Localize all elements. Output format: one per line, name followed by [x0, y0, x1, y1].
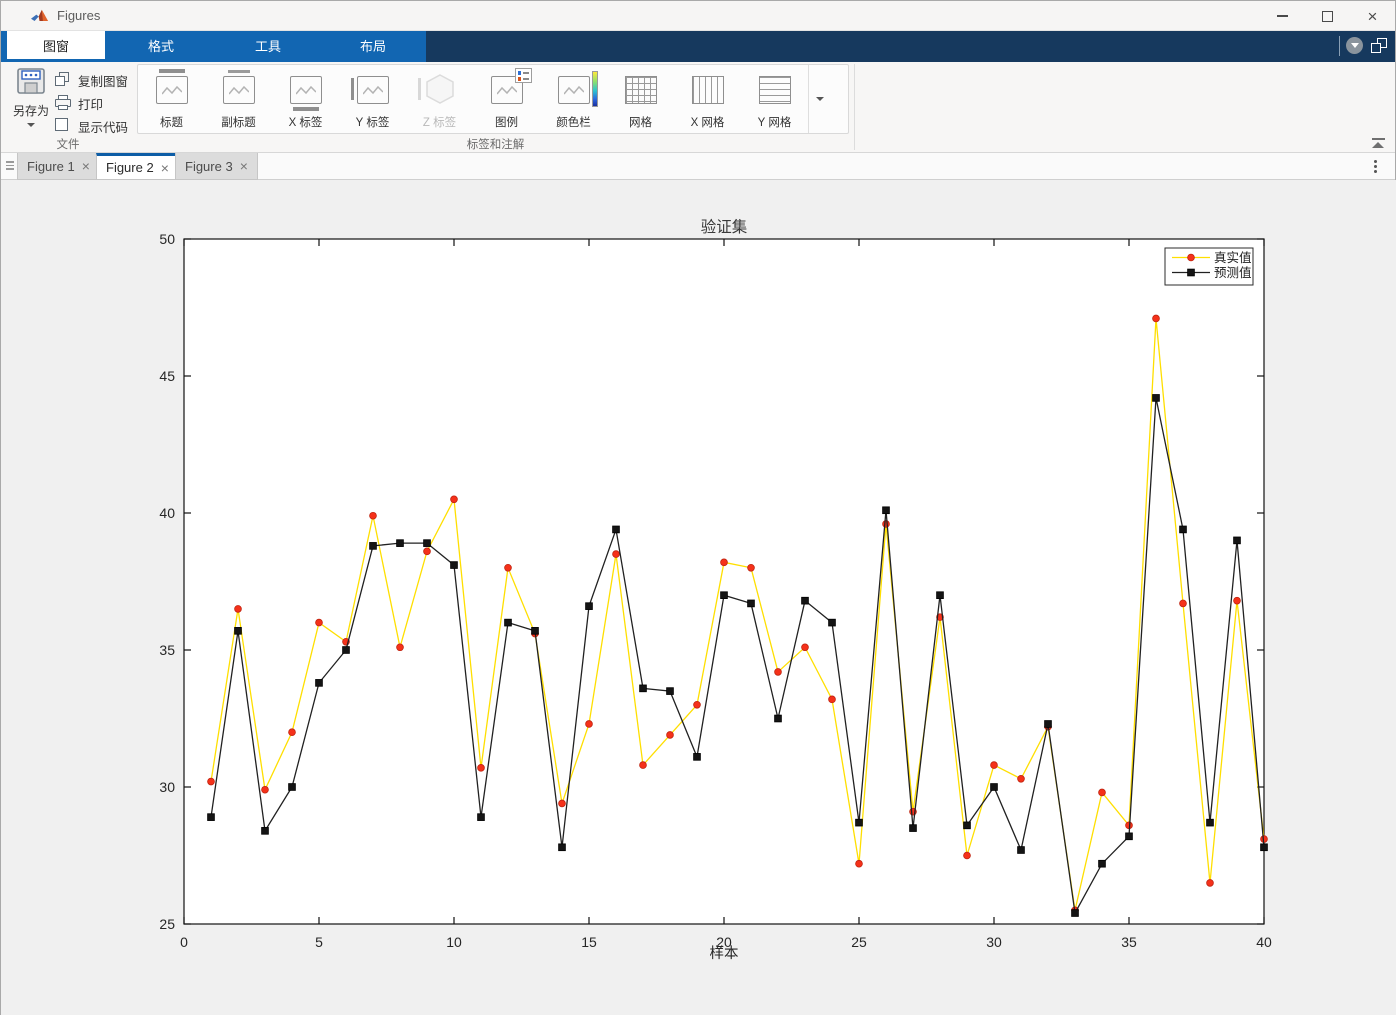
legend-button[interactable]: 图例: [473, 65, 540, 133]
maximize-button[interactable]: [1305, 1, 1350, 31]
figure-tab-3[interactable]: Figure 3 ×: [175, 153, 258, 180]
legend-entry-1: 预测值: [1214, 265, 1252, 280]
colorbar-button[interactable]: 颜色栏: [540, 65, 607, 133]
figure-tab-1[interactable]: Figure 1 ×: [17, 153, 100, 180]
save-icon: [17, 68, 45, 94]
close-tab-icon[interactable]: ×: [82, 158, 90, 174]
file-group-label: 文件: [56, 139, 80, 151]
save-as-button[interactable]: 另存为: [7, 67, 55, 143]
minimize-icon: [1277, 15, 1288, 17]
legend-entry-0: 真实值: [1214, 250, 1252, 265]
svg-text:30: 30: [159, 779, 175, 795]
tab-overflow-menu[interactable]: [1374, 160, 1377, 175]
save-as-dropdown-icon[interactable]: [27, 123, 35, 127]
tab-figure[interactable]: 图窗: [7, 31, 105, 59]
svg-text:40: 40: [1256, 934, 1272, 950]
svg-text:0: 0: [180, 934, 188, 950]
svg-text:15: 15: [581, 934, 597, 950]
chevron-down-icon: [815, 97, 824, 101]
minimize-button[interactable]: [1260, 1, 1305, 31]
gallery-expand-button[interactable]: [808, 65, 830, 133]
y-grid-icon: [758, 76, 791, 104]
subtitle-icon: [222, 70, 255, 104]
toolstrip-right-band: [426, 31, 1395, 62]
svg-text:25: 25: [851, 934, 867, 950]
titlebar: Figures ×: [1, 1, 1395, 31]
x-grid-button[interactable]: X 网格: [674, 65, 741, 133]
close-icon: ×: [1367, 6, 1378, 26]
show-code-checkbox[interactable]: 显示代码: [55, 116, 128, 136]
annotation-group-label: 标签和注解: [466, 139, 525, 151]
zlabel-icon: [417, 74, 456, 104]
collapse-icon: [1372, 142, 1384, 148]
figure-tab-2[interactable]: Figure 2 ×: [96, 153, 179, 180]
chart-title: 验证集: [701, 218, 748, 236]
grid-button[interactable]: 网格: [607, 65, 674, 133]
collapse-ribbon-button[interactable]: [1372, 138, 1385, 148]
chart-legend: 真实值预测值: [1164, 247, 1254, 286]
zlabel-button: Z 标签: [406, 65, 473, 133]
copy-figure-button[interactable]: 复制图窗: [55, 70, 128, 90]
figure-tab-bar: Figure 1 × Figure 2 × Figure 3 ×: [1, 153, 1395, 180]
svg-text:35: 35: [159, 642, 175, 658]
toolstrip-separator: [1339, 36, 1340, 56]
xlabel-icon: [289, 76, 322, 111]
legend-icon: [490, 68, 532, 104]
save-as-label: 另存为: [12, 104, 49, 118]
ylabel-button[interactable]: Y 标签: [339, 65, 406, 133]
printer-icon: [55, 95, 72, 111]
close-tab-icon[interactable]: ×: [161, 160, 169, 176]
checkbox-icon: [55, 118, 72, 134]
y-grid-button[interactable]: Y 网格: [741, 65, 808, 133]
window-title: Figures: [57, 8, 101, 23]
title-icon: [155, 69, 188, 104]
drag-grip-icon[interactable]: [6, 161, 14, 172]
colorbar-icon: [557, 71, 598, 107]
svg-text:35: 35: [1121, 934, 1137, 950]
figures-window: Figures × 图窗 格式 工具 布局 另存为 复制图窗 打印 显示代码 文…: [0, 0, 1396, 1015]
print-button[interactable]: 打印: [55, 93, 103, 113]
title-button[interactable]: 标题: [138, 65, 205, 133]
copy-icon: [55, 72, 72, 88]
matlab-logo-icon: [31, 9, 49, 21]
svg-text:25: 25: [159, 916, 175, 932]
toolstrip-help-button[interactable]: [1346, 37, 1363, 54]
xlabel-button[interactable]: X 标签: [272, 65, 339, 133]
validation-chart: 0 5 10 15 20 25 30 35 40253035404550验证集样本真实值预测值: [159, 218, 1272, 962]
plot-area: [184, 239, 1264, 924]
chevron-down-icon: [1350, 43, 1359, 48]
toolstrip-tab-row: 图窗 格式 工具 布局: [1, 31, 426, 62]
maximize-icon: [1322, 10, 1333, 22]
ylabel-icon: [350, 76, 389, 104]
subtitle-button[interactable]: 副标题: [205, 65, 272, 133]
group-separator: [854, 64, 855, 150]
tab-layout[interactable]: 布局: [323, 31, 423, 59]
dock-figure-button[interactable]: [1371, 38, 1387, 53]
x-grid-icon: [691, 76, 724, 104]
ribbon: 另存为 复制图窗 打印 显示代码 文件 标题 副标题 X 标签 Y 标签 Z 标…: [1, 62, 1395, 153]
tab-format[interactable]: 格式: [111, 31, 211, 59]
svg-text:50: 50: [159, 231, 175, 247]
chart-xlabel: 样本: [710, 945, 739, 962]
svg-text:40: 40: [159, 505, 175, 521]
svg-text:45: 45: [159, 368, 175, 384]
tab-tools[interactable]: 工具: [218, 31, 318, 59]
close-tab-icon[interactable]: ×: [240, 158, 248, 174]
grid-icon: [624, 76, 657, 104]
svg-text:10: 10: [446, 934, 462, 950]
close-button[interactable]: ×: [1350, 1, 1395, 31]
svg-text:5: 5: [315, 934, 323, 950]
svg-text:30: 30: [986, 934, 1002, 950]
annotation-group: 标题 副标题 X 标签 Y 标签 Z 标签 图例 颜色栏 网格 X 网格 Y 网…: [137, 64, 849, 134]
figure-canvas: 0 5 10 15 20 25 30 35 40 25 30 35 40 45 50 验证集 样本 真实值 预测值: [1, 180, 1396, 1015]
